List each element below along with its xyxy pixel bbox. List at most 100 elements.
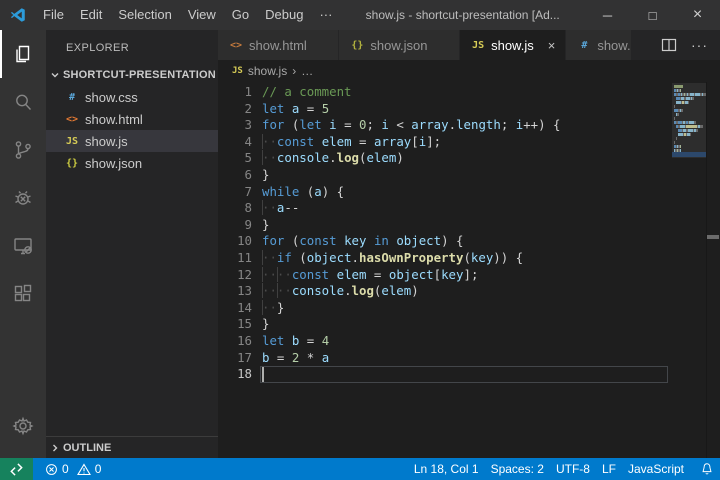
breadcrumb-file[interactable]: show.js — [248, 64, 287, 78]
minimap-current-line — [672, 152, 706, 157]
line-number: 2 — [218, 101, 252, 118]
explorer-sidebar: EXPLORER SHORTCUT-PRESENTATION # show.cs… — [46, 30, 218, 458]
code-text: for (let i = 0; i < array.length; i++) { — [262, 117, 561, 134]
status-eol[interactable]: LF — [596, 458, 622, 480]
line-number: 18 — [218, 366, 252, 383]
code-text: ··console.log(elem) — [262, 150, 404, 167]
code-text: for (const key in object) { — [262, 233, 464, 250]
menu-view[interactable]: View — [180, 0, 224, 30]
remote-explorer-icon[interactable] — [0, 222, 46, 270]
menu-[interactable]: ··· — [311, 0, 340, 30]
code-line-10[interactable]: 10for (const key in object) { — [218, 233, 720, 250]
code-line-16[interactable]: 16let b = 4 — [218, 333, 720, 350]
line-number: 1 — [218, 84, 252, 101]
code-text: ····console.log(elem) — [262, 283, 419, 300]
line-number: 6 — [218, 167, 252, 184]
status-language-mode[interactable]: JavaScript — [622, 458, 690, 480]
line-number: 4 — [218, 134, 252, 151]
code-line-2[interactable]: 2let a = 5 — [218, 101, 720, 118]
tab-close-icon[interactable]: × — [548, 38, 556, 53]
line-number: 7 — [218, 184, 252, 201]
code-line-4[interactable]: 4··const elem = array[i]; — [218, 134, 720, 151]
more-actions-icon[interactable]: ··· — [691, 40, 708, 50]
errors-icon — [45, 463, 58, 476]
close-button[interactable]: × — [675, 0, 720, 30]
status-indentation[interactable]: Spaces: 2 — [485, 458, 550, 480]
minimap[interactable] — [672, 83, 706, 158]
code-line-7[interactable]: 7while (a) { — [218, 184, 720, 201]
tab-show.js[interactable]: JS show.js × — [460, 30, 566, 60]
settings-gear-icon[interactable] — [0, 402, 46, 450]
code-text: ····const elem = object[key]; — [262, 267, 478, 284]
code-line-18[interactable]: 18 — [218, 366, 720, 383]
menu-go[interactable]: Go — [224, 0, 257, 30]
code-line-1[interactable]: 1// a comment — [218, 84, 720, 101]
file-type-icon: {} — [349, 40, 365, 51]
tab-show.json[interactable]: {} show.json × — [339, 30, 460, 60]
tab-label: show. — [597, 38, 630, 53]
notifications-bell[interactable] — [694, 458, 720, 480]
line-number: 13 — [218, 283, 252, 300]
code-line-17[interactable]: 17b = 2 * a — [218, 350, 720, 367]
code-line-3[interactable]: 3for (let i = 0; i < array.length; i++) … — [218, 117, 720, 134]
code-line-6[interactable]: 6} — [218, 167, 720, 184]
folder-header[interactable]: SHORTCUT-PRESENTATION — [46, 64, 218, 86]
code-line-14[interactable]: 14··} — [218, 300, 720, 317]
menu-debug[interactable]: Debug — [257, 0, 311, 30]
file-type-icon: JS — [470, 40, 486, 51]
status-encoding[interactable]: UTF-8 — [550, 458, 596, 480]
problems-indicator[interactable]: 0 0 — [39, 458, 107, 480]
code-editor[interactable]: 1// a comment2let a = 53for (let i = 0; … — [218, 82, 720, 458]
breadcrumb[interactable]: JS show.js › … — [218, 60, 720, 82]
line-number: 11 — [218, 250, 252, 267]
file-type-icon: # — [576, 40, 592, 51]
file-item-show.html[interactable]: <> show.html — [46, 108, 218, 130]
errors-count: 0 — [62, 462, 69, 476]
tab-show[interactable]: # show. × — [566, 30, 632, 60]
vscode-logo-icon — [9, 6, 27, 24]
remote-indicator[interactable] — [0, 458, 33, 480]
file-item-show.js[interactable]: JS show.js — [46, 130, 218, 152]
code-lines[interactable]: 1// a comment2let a = 53for (let i = 0; … — [218, 82, 720, 458]
warnings-count: 0 — [95, 462, 102, 476]
current-line-highlight — [260, 366, 668, 383]
menu-selection[interactable]: Selection — [110, 0, 179, 30]
code-line-12[interactable]: 12····const elem = object[key]; — [218, 267, 720, 284]
title-bar: FileEditSelectionViewGoDebug··· show.js … — [0, 0, 720, 30]
status-bar: 0 0 Ln 18, Col 1Spaces: 2UTF-8LFJavaScri… — [0, 458, 720, 480]
code-line-8[interactable]: 8··a-- — [218, 200, 720, 217]
line-number: 9 — [218, 217, 252, 234]
source-control-icon[interactable] — [0, 126, 46, 174]
vscode-window: FileEditSelectionViewGoDebug··· show.js … — [0, 0, 720, 480]
bell-icon — [700, 462, 714, 476]
maximize-button[interactable]: □ — [630, 0, 675, 30]
extensions-icon[interactable] — [0, 270, 46, 318]
file-type-icon: <> — [228, 40, 244, 51]
code-line-13[interactable]: 13 ····console.log(elem) — [218, 283, 720, 300]
code-line-15[interactable]: 15} — [218, 316, 720, 333]
tab-show.html[interactable]: <> show.html × — [218, 30, 339, 60]
code-text: b = 2 * a — [262, 350, 329, 367]
tab-label: show.html — [249, 38, 307, 53]
outline-section[interactable]: OUTLINE — [46, 436, 218, 458]
search-icon[interactable] — [0, 78, 46, 126]
explorer-icon[interactable] — [0, 30, 46, 78]
text-cursor — [262, 367, 264, 382]
split-editor-icon[interactable] — [661, 37, 677, 53]
code-line-9[interactable]: 9} — [218, 217, 720, 234]
overview-ruler[interactable] — [706, 82, 720, 458]
breadcrumb-more[interactable]: … — [301, 64, 313, 78]
code-text: } — [262, 316, 269, 333]
code-line-5[interactable]: 5··console.log(elem) — [218, 150, 720, 167]
menu-file[interactable]: File — [35, 0, 72, 30]
code-line-11[interactable]: 11··if (object.hasOwnProperty(key)) { — [218, 250, 720, 267]
file-type-icon: <> — [64, 114, 80, 125]
status-cursor-position[interactable]: Ln 18, Col 1 — [408, 458, 485, 480]
menu-edit[interactable]: Edit — [72, 0, 110, 30]
debug-icon[interactable] — [0, 174, 46, 222]
editor-group: <> show.html × {} show.json × JS show.js… — [218, 30, 720, 458]
file-item-show.css[interactable]: # show.css — [46, 86, 218, 108]
minimize-button[interactable]: ─ — [585, 0, 630, 30]
file-item-show.json[interactable]: {} show.json — [46, 152, 218, 174]
code-text: ··a-- — [262, 200, 299, 217]
